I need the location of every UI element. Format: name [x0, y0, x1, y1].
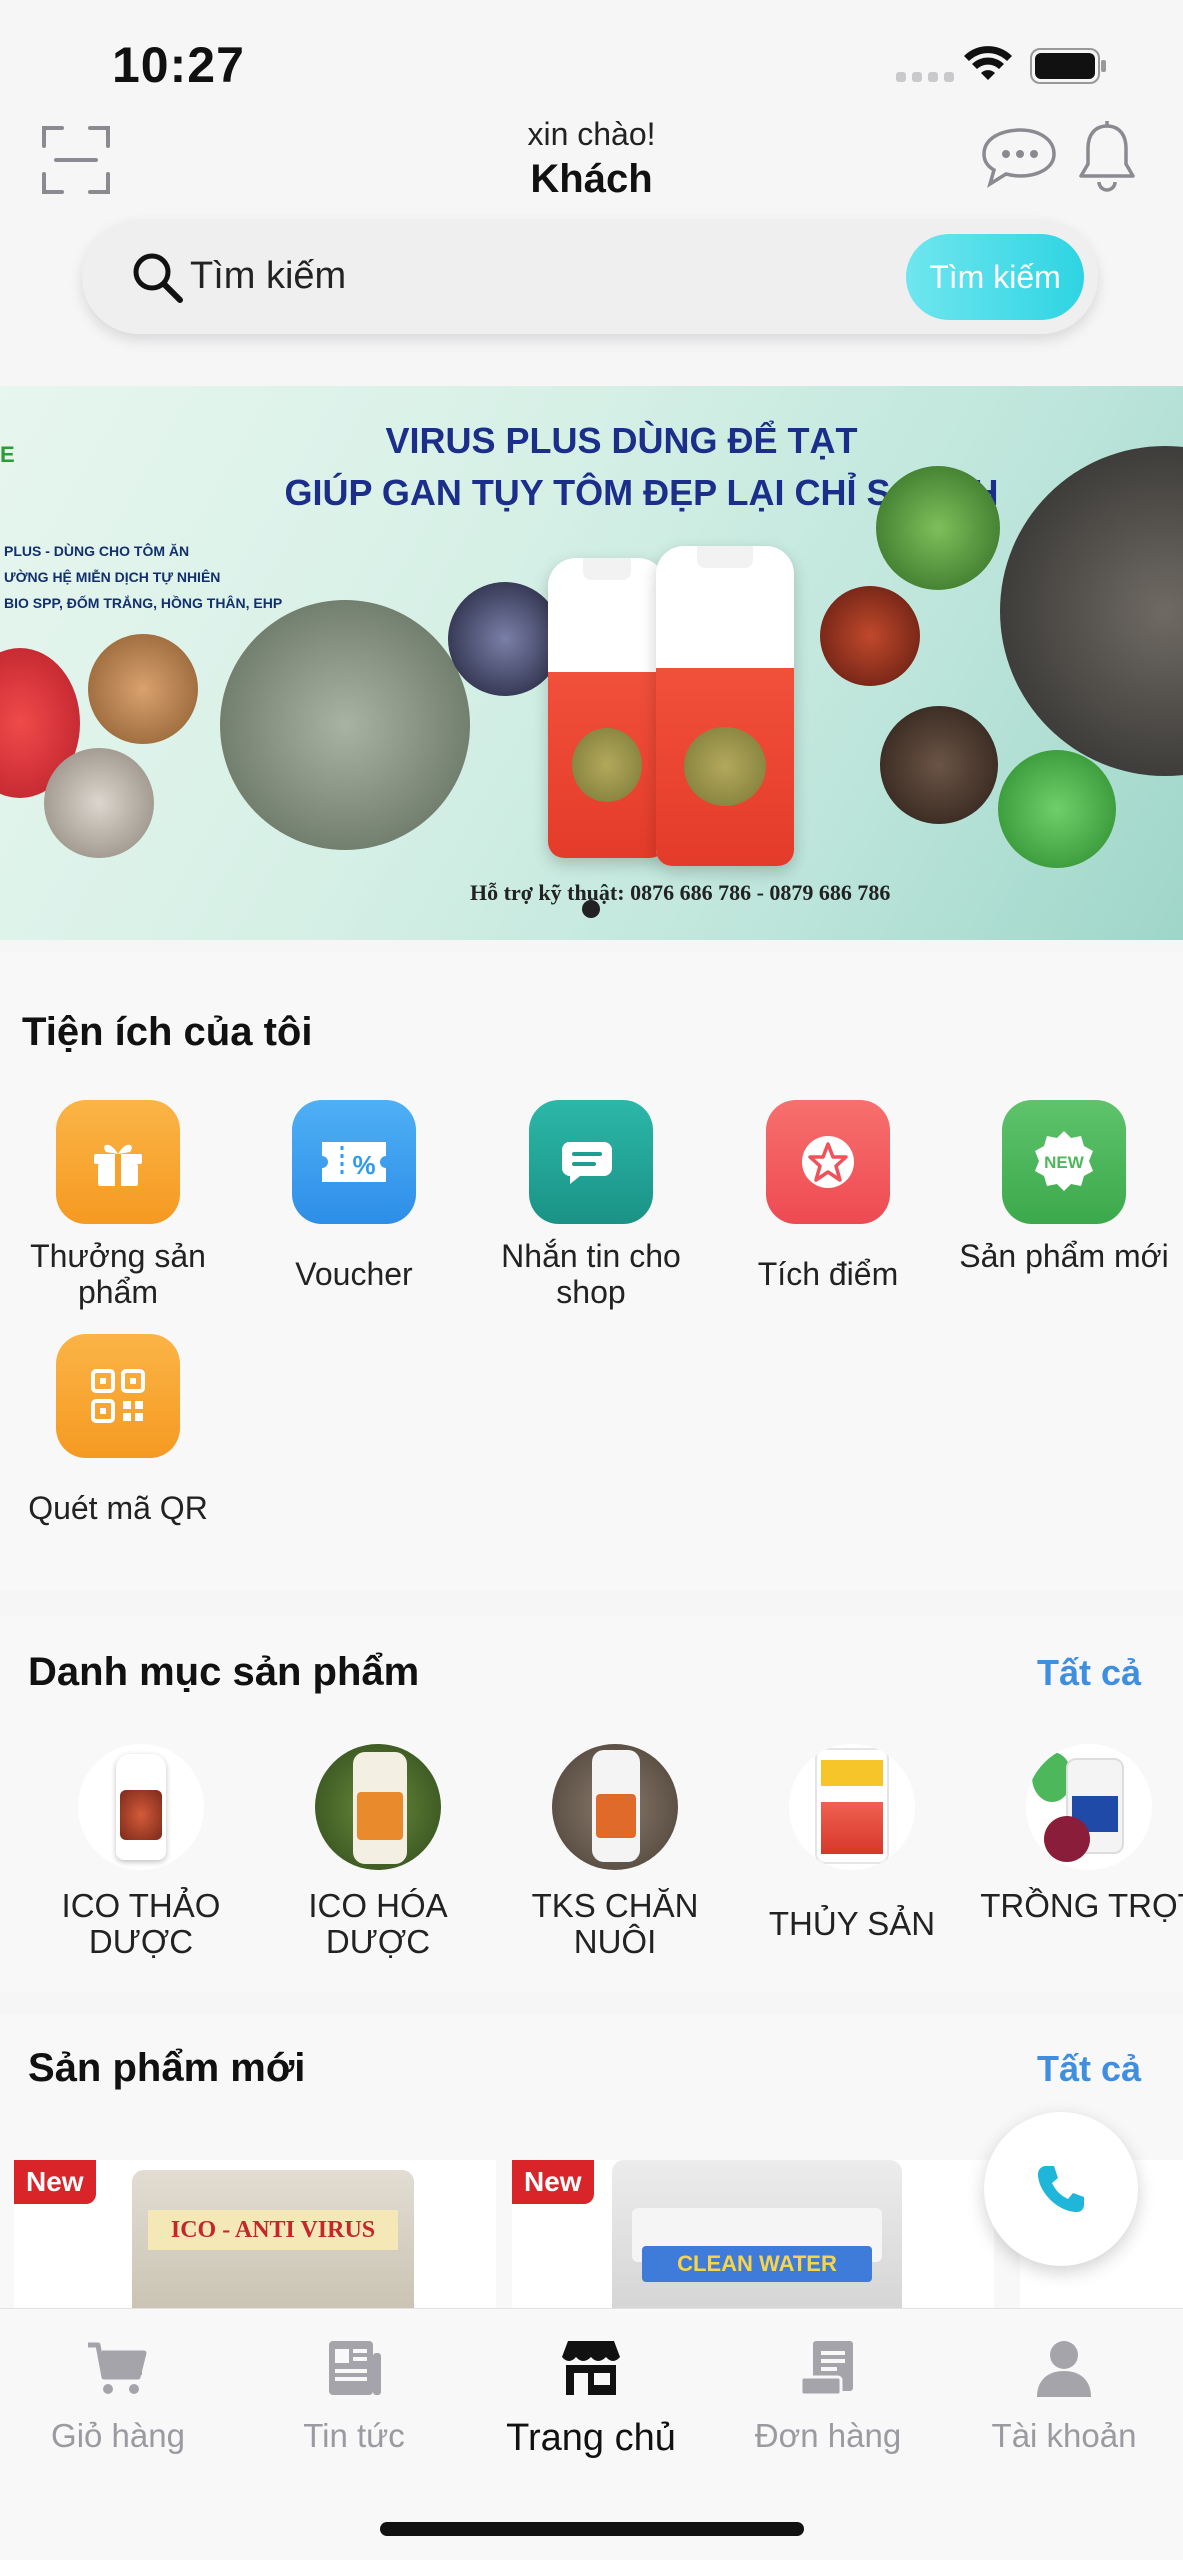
chat-bubble-icon	[529, 1100, 653, 1224]
news-icon	[329, 2341, 381, 2395]
shrimp-pond-image	[220, 600, 470, 850]
category-image	[552, 1744, 678, 1870]
qr-icon	[56, 1334, 180, 1458]
voucher-icon: %	[292, 1100, 416, 1224]
product-image: CLEAN WATER	[612, 2160, 902, 2310]
banner-left-text: PLUS - DÙNG CHO TÔM ĂN ƯỜNG HỆ MIỄN DỊCH…	[4, 543, 283, 611]
utilities-title: Tiện ích của tôi	[22, 1010, 313, 1054]
categories-title: Danh mục sản phẩm	[28, 1650, 420, 1694]
util-reward[interactable]: Thưởng sản phẩm	[0, 1100, 236, 1310]
new-badge-icon: NEW	[1002, 1100, 1126, 1224]
banner-support-phone: Hỗ trợ kỹ thuật: 0876 686 786 - 0879 686…	[470, 880, 891, 905]
battery-icon	[1030, 48, 1106, 84]
gift-icon	[56, 1100, 180, 1224]
product-bottle-image	[656, 546, 794, 866]
bell-icon[interactable]	[1076, 120, 1138, 196]
status-time: 10:27	[112, 37, 245, 93]
status-bar: 10:27	[0, 0, 1183, 120]
categories-see-all-link[interactable]: Tất cả	[1037, 1652, 1141, 1694]
tab-account[interactable]: Tài khoản	[946, 2333, 1182, 2455]
product-card[interactable]: ICO - ANTI VIRUS New	[14, 2160, 496, 2310]
phone-icon	[1038, 2166, 1084, 2212]
svg-text:NEW: NEW	[1044, 1153, 1085, 1172]
promo-banner[interactable]: E VIRUS PLUS DÙNG ĐỂ TẠT GIÚP GAN TỤY TÔ…	[0, 386, 1183, 940]
star-icon	[766, 1100, 890, 1224]
product-pack-title: ICO - ANTI VIRUS	[148, 2210, 398, 2250]
carousel-dot[interactable]	[582, 900, 600, 918]
util-new-products[interactable]: NEW Sản phẩm mới	[946, 1100, 1182, 1274]
mushroom-image	[448, 582, 562, 696]
garlic-image	[880, 706, 998, 824]
tab-news[interactable]: Tin tức	[236, 2333, 472, 2455]
search-bar: Tìm kiếm	[82, 220, 1098, 334]
cart-icon	[88, 2342, 147, 2394]
shrimp-gut-image	[88, 634, 198, 744]
new-products-title: Sản phẩm mới	[28, 2046, 306, 2090]
home-indicator	[380, 2522, 804, 2536]
banner-headline-1: VIRUS PLUS DÙNG ĐỂ TẠT	[385, 420, 858, 461]
product-pack-title: CLEAN WATER	[642, 2246, 872, 2282]
account-icon	[1037, 2341, 1091, 2397]
category-image	[789, 1744, 915, 1870]
shrimp-larvae-image	[44, 748, 154, 858]
chat-icon[interactable]	[976, 124, 1058, 192]
product-bottle-image	[548, 558, 666, 858]
store-icon	[562, 2341, 620, 2395]
herb-image	[876, 466, 1000, 590]
reishi-image	[820, 586, 920, 686]
util-scan-qr[interactable]: Quét mã QR	[0, 1334, 236, 1526]
category-image	[78, 1744, 204, 1870]
call-button[interactable]	[984, 2112, 1138, 2266]
tab-home[interactable]: Trang chủ	[473, 2333, 709, 2460]
util-points[interactable]: Tích điểm	[710, 1100, 946, 1292]
tab-cart[interactable]: Giỏ hàng	[0, 2333, 236, 2455]
category-ico-thao-duoc[interactable]: ICO THẢO DƯỢC	[26, 1744, 256, 1960]
new-badge: New	[14, 2160, 96, 2204]
category-image	[315, 1744, 441, 1870]
tab-orders[interactable]: Đơn hàng	[710, 2333, 946, 2455]
category-image	[1026, 1744, 1152, 1870]
category-ico-hoa-duoc[interactable]: ICO HÓA DƯỢC	[263, 1744, 493, 1960]
utilities-section: Tiện ích của tôi Thưởng sản phẩm % Vouch…	[0, 952, 1183, 1590]
search-icon	[133, 253, 183, 303]
util-voucher[interactable]: % Voucher	[236, 1100, 472, 1292]
categories-section: Danh mục sản phẩm Tất cả ICO THẢO DƯỢC I…	[0, 1616, 1183, 1992]
product-card[interactable]: CLEAN WATER New	[512, 2160, 994, 2310]
category-trong-trot[interactable]: TRỒNG TRỌT	[974, 1744, 1183, 1924]
cellular-signal-icon	[896, 72, 954, 82]
svg-text:%: %	[352, 1150, 375, 1180]
banner-headline-2: GIÚP GAN TỤY TÔM ĐẸP LẠI CHỈ SAU 2H	[284, 472, 999, 513]
orders-icon	[799, 2341, 853, 2397]
search-input[interactable]	[190, 246, 750, 306]
new-badge: New	[512, 2160, 594, 2204]
util-message-shop[interactable]: Nhắn tin cho shop	[473, 1100, 709, 1310]
category-thuy-san[interactable]: THỦY SẢN	[737, 1744, 967, 1942]
product-image: ICO - ANTI VIRUS	[132, 2170, 414, 2310]
wifi-icon	[964, 46, 1012, 80]
search-button[interactable]: Tìm kiếm	[906, 234, 1084, 320]
new-products-see-all-link[interactable]: Tất cả	[1037, 2048, 1141, 2090]
category-tks-chan-nuoi[interactable]: TKS CHĂN NUÔI	[500, 1744, 730, 1960]
pellet-image	[998, 750, 1116, 868]
